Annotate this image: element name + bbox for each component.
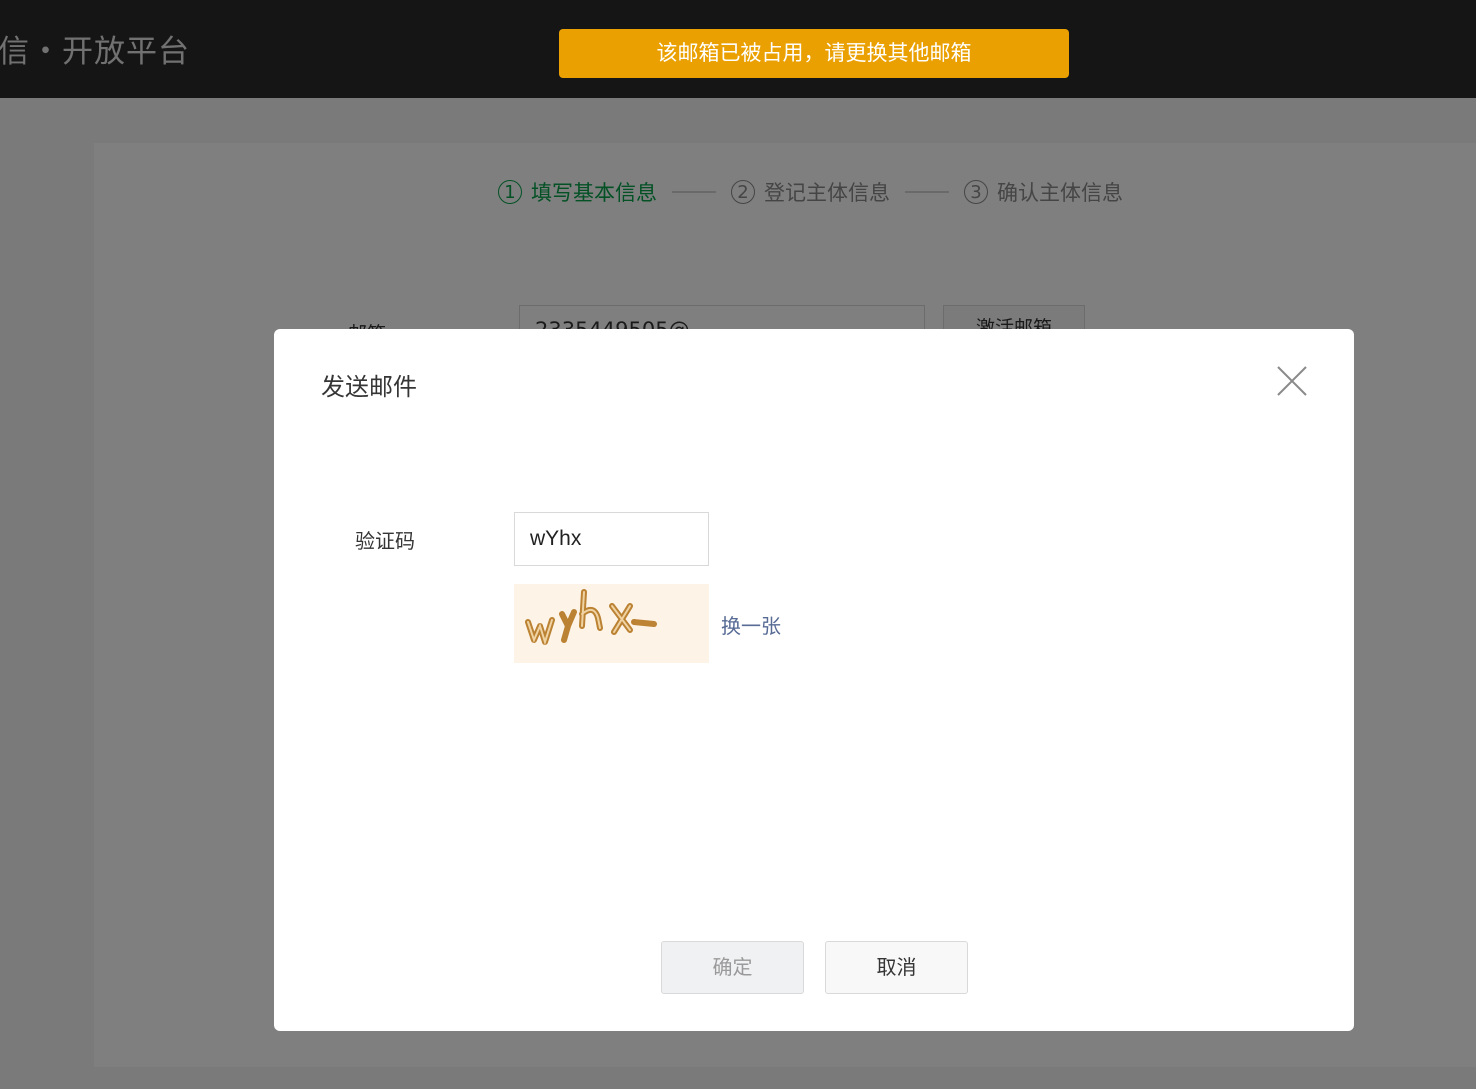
confirm-button[interactable]: 确定: [661, 941, 804, 994]
captcha-input[interactable]: [514, 512, 709, 566]
error-toast: 该邮箱已被占用，请更换其他邮箱: [559, 29, 1069, 78]
send-email-dialog: 发送邮件 验证码 换一张 确定 取消: [274, 329, 1354, 1031]
captcha-label: 验证码: [355, 529, 415, 553]
refresh-captcha-link[interactable]: 换一张: [721, 610, 781, 639]
cancel-button[interactable]: 取消: [825, 941, 968, 994]
close-icon[interactable]: [1272, 361, 1312, 401]
dialog-title: 发送邮件: [321, 373, 417, 401]
captcha-image: [514, 584, 709, 663]
